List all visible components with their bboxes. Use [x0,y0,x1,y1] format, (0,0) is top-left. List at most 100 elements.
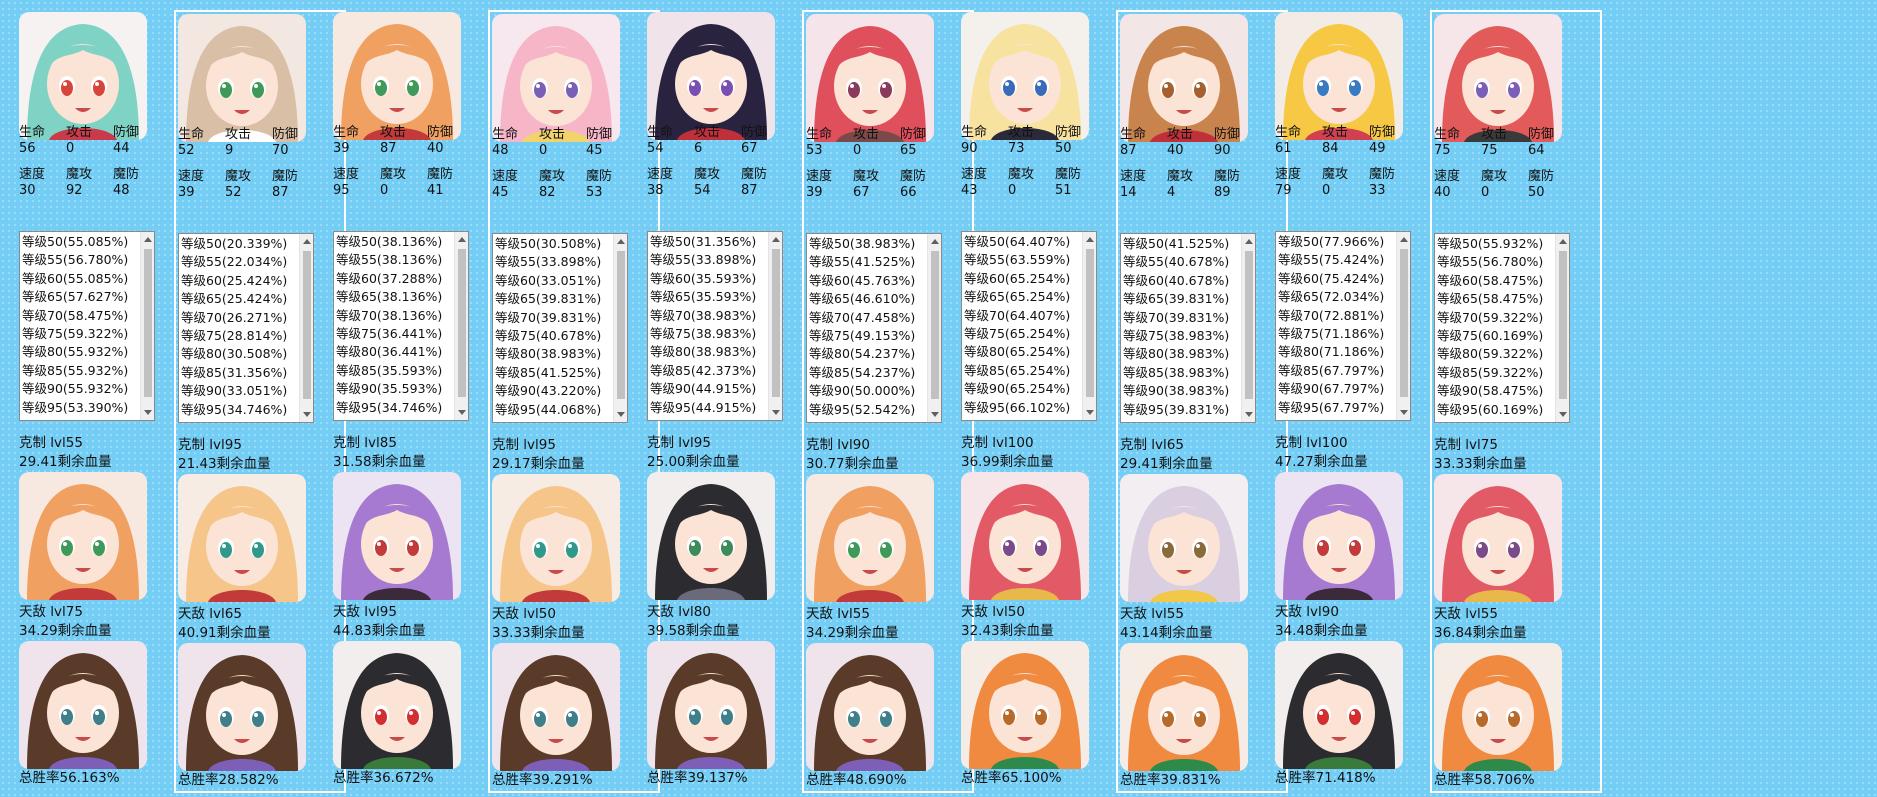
level-winrate-listbox[interactable]: 等级50(30.508%) 等级55(33.898%) 等级60(33.051%) 等… [492,233,628,423]
level-winrate-item[interactable]: 等级70(38.983%) [650,307,756,325]
level-winrate-item[interactable]: 等级55(40.678%) [1123,253,1229,271]
level-winrate-item[interactable]: 等级95(44.068%) [495,401,601,419]
listbox-scrollbar[interactable] [454,232,468,420]
level-winrate-item[interactable]: 等级85(54.237%) [809,364,915,382]
level-winrate-item[interactable]: 等级80(30.508%) [181,345,287,363]
level-winrate-item[interactable]: 等级65(57.627%) [22,288,128,306]
level-winrate-item[interactable]: 等级50(31.356%) [650,233,756,251]
scroll-thumb[interactable] [1400,249,1408,397]
level-winrate-item[interactable]: 等级75(38.983%) [1123,327,1229,345]
level-winrate-item[interactable]: 等级60(65.254%) [964,270,1070,288]
level-winrate-item[interactable]: 等级85(41.525%) [495,364,601,382]
level-winrate-item[interactable]: 等级95(67.797%) [1278,399,1384,417]
level-winrate-item[interactable]: 等级85(65.254%) [964,362,1070,380]
level-winrate-item[interactable]: 等级65(38.136%) [336,288,442,306]
level-winrate-listbox[interactable]: 等级50(20.339%) 等级55(22.034%) 等级60(25.424%) 等… [178,233,314,423]
scroll-up-arrow-icon[interactable] [931,239,939,244]
level-winrate-item[interactable]: 等级95(53.390%) [22,399,128,417]
level-winrate-item[interactable]: 等级55(33.898%) [650,251,756,269]
level-winrate-item[interactable]: 等级50(55.085%) [22,233,128,251]
level-winrate-item[interactable]: 等级60(55.085%) [22,270,128,288]
scroll-thumb[interactable] [617,251,625,399]
level-winrate-item[interactable]: 等级90(67.797%) [1278,380,1384,398]
scroll-up-arrow-icon[interactable] [458,237,466,242]
level-winrate-item[interactable]: 等级60(25.424%) [181,272,287,290]
listbox-scrollbar[interactable] [140,232,154,420]
level-winrate-item[interactable]: 等级75(65.254%) [964,325,1070,343]
listbox-scrollbar[interactable] [613,234,627,422]
level-winrate-listbox[interactable]: 等级50(38.983%) 等级55(41.525%) 等级60(45.763%) 等… [806,233,942,423]
level-winrate-item[interactable]: 等级75(28.814%) [181,327,287,345]
level-winrate-item[interactable]: 等级50(64.407%) [964,233,1070,251]
level-winrate-item[interactable]: 等级85(31.356%) [181,364,287,382]
scroll-down-arrow-icon[interactable] [772,410,780,415]
level-winrate-item[interactable]: 等级85(67.797%) [1278,362,1384,380]
scroll-thumb[interactable] [458,249,466,397]
level-winrate-item[interactable]: 等级95(39.831%) [1123,401,1229,419]
level-winrate-item[interactable]: 等级50(77.966%) [1278,233,1384,251]
level-winrate-item[interactable]: 等级90(50.000%) [809,382,915,400]
scroll-down-arrow-icon[interactable] [1086,410,1094,415]
scroll-up-arrow-icon[interactable] [617,239,625,244]
level-winrate-item[interactable]: 等级60(35.593%) [650,270,756,288]
level-winrate-item[interactable]: 等级90(35.593%) [336,380,442,398]
listbox-scrollbar[interactable] [768,232,782,420]
level-winrate-item[interactable]: 等级65(39.831%) [1123,290,1229,308]
level-winrate-item[interactable]: 等级70(39.831%) [1123,309,1229,327]
scroll-down-arrow-icon[interactable] [303,412,311,417]
scroll-down-arrow-icon[interactable] [1400,410,1408,415]
level-winrate-item[interactable]: 等级65(35.593%) [650,288,756,306]
level-winrate-item[interactable]: 等级80(59.322%) [1437,345,1543,363]
level-winrate-item[interactable]: 等级50(55.932%) [1437,235,1543,253]
level-winrate-item[interactable]: 等级70(64.407%) [964,307,1070,325]
level-winrate-item[interactable]: 等级75(36.441%) [336,325,442,343]
scroll-down-arrow-icon[interactable] [1245,412,1253,417]
level-winrate-item[interactable]: 等级95(52.542%) [809,401,915,419]
level-winrate-item[interactable]: 等级70(38.136%) [336,307,442,325]
level-winrate-item[interactable]: 等级70(47.458%) [809,309,915,327]
level-winrate-listbox[interactable]: 等级50(41.525%) 等级55(40.678%) 等级60(40.678%) 等… [1120,233,1256,423]
scroll-up-arrow-icon[interactable] [1559,239,1567,244]
level-winrate-item[interactable]: 等级65(46.610%) [809,290,915,308]
level-winrate-item[interactable]: 等级75(71.186%) [1278,325,1384,343]
level-winrate-item[interactable]: 等级60(58.475%) [1437,272,1543,290]
scroll-up-arrow-icon[interactable] [1245,239,1253,244]
level-winrate-item[interactable]: 等级70(72.881%) [1278,307,1384,325]
level-winrate-item[interactable]: 等级85(59.322%) [1437,364,1543,382]
level-winrate-item[interactable]: 等级90(55.932%) [22,380,128,398]
level-winrate-listbox[interactable]: 等级50(55.932%) 等级55(56.780%) 等级60(58.475%) 等… [1434,233,1570,423]
scroll-up-arrow-icon[interactable] [772,237,780,242]
level-winrate-listbox[interactable]: 等级50(31.356%) 等级55(33.898%) 等级60(35.593%) 等… [647,231,783,421]
level-winrate-item[interactable]: 等级80(38.983%) [1123,345,1229,363]
level-winrate-item[interactable]: 等级60(37.288%) [336,270,442,288]
level-winrate-item[interactable]: 等级70(59.322%) [1437,309,1543,327]
scroll-down-arrow-icon[interactable] [931,412,939,417]
level-winrate-item[interactable]: 等级90(44.915%) [650,380,756,398]
scroll-thumb[interactable] [1086,249,1094,397]
level-winrate-item[interactable]: 等级95(34.746%) [181,401,287,419]
scroll-down-arrow-icon[interactable] [617,412,625,417]
level-winrate-listbox[interactable]: 等级50(38.136%) 等级55(38.136%) 等级60(37.288%) 等… [333,231,469,421]
level-winrate-item[interactable]: 等级50(30.508%) [495,235,601,253]
scroll-up-arrow-icon[interactable] [1086,237,1094,242]
level-winrate-item[interactable]: 等级60(33.051%) [495,272,601,290]
level-winrate-item[interactable]: 等级65(72.034%) [1278,288,1384,306]
level-winrate-item[interactable]: 等级50(38.136%) [336,233,442,251]
scroll-up-arrow-icon[interactable] [1400,237,1408,242]
level-winrate-item[interactable]: 等级90(65.254%) [964,380,1070,398]
scroll-thumb[interactable] [1559,251,1567,399]
level-winrate-item[interactable]: 等级80(38.983%) [650,343,756,361]
level-winrate-item[interactable]: 等级55(22.034%) [181,253,287,271]
scroll-up-arrow-icon[interactable] [303,239,311,244]
level-winrate-item[interactable]: 等级95(34.746%) [336,399,442,417]
level-winrate-item[interactable]: 等级90(33.051%) [181,382,287,400]
scroll-up-arrow-icon[interactable] [144,237,152,242]
level-winrate-item[interactable]: 等级65(25.424%) [181,290,287,308]
level-winrate-item[interactable]: 等级95(44.915%) [650,399,756,417]
level-winrate-item[interactable]: 等级55(63.559%) [964,251,1070,269]
level-winrate-item[interactable]: 等级70(26.271%) [181,309,287,327]
level-winrate-item[interactable]: 等级50(38.983%) [809,235,915,253]
level-winrate-listbox[interactable]: 等级50(77.966%) 等级55(75.424%) 等级60(75.424%) 等… [1275,231,1411,421]
scroll-down-arrow-icon[interactable] [458,410,466,415]
level-winrate-item[interactable]: 等级55(75.424%) [1278,251,1384,269]
